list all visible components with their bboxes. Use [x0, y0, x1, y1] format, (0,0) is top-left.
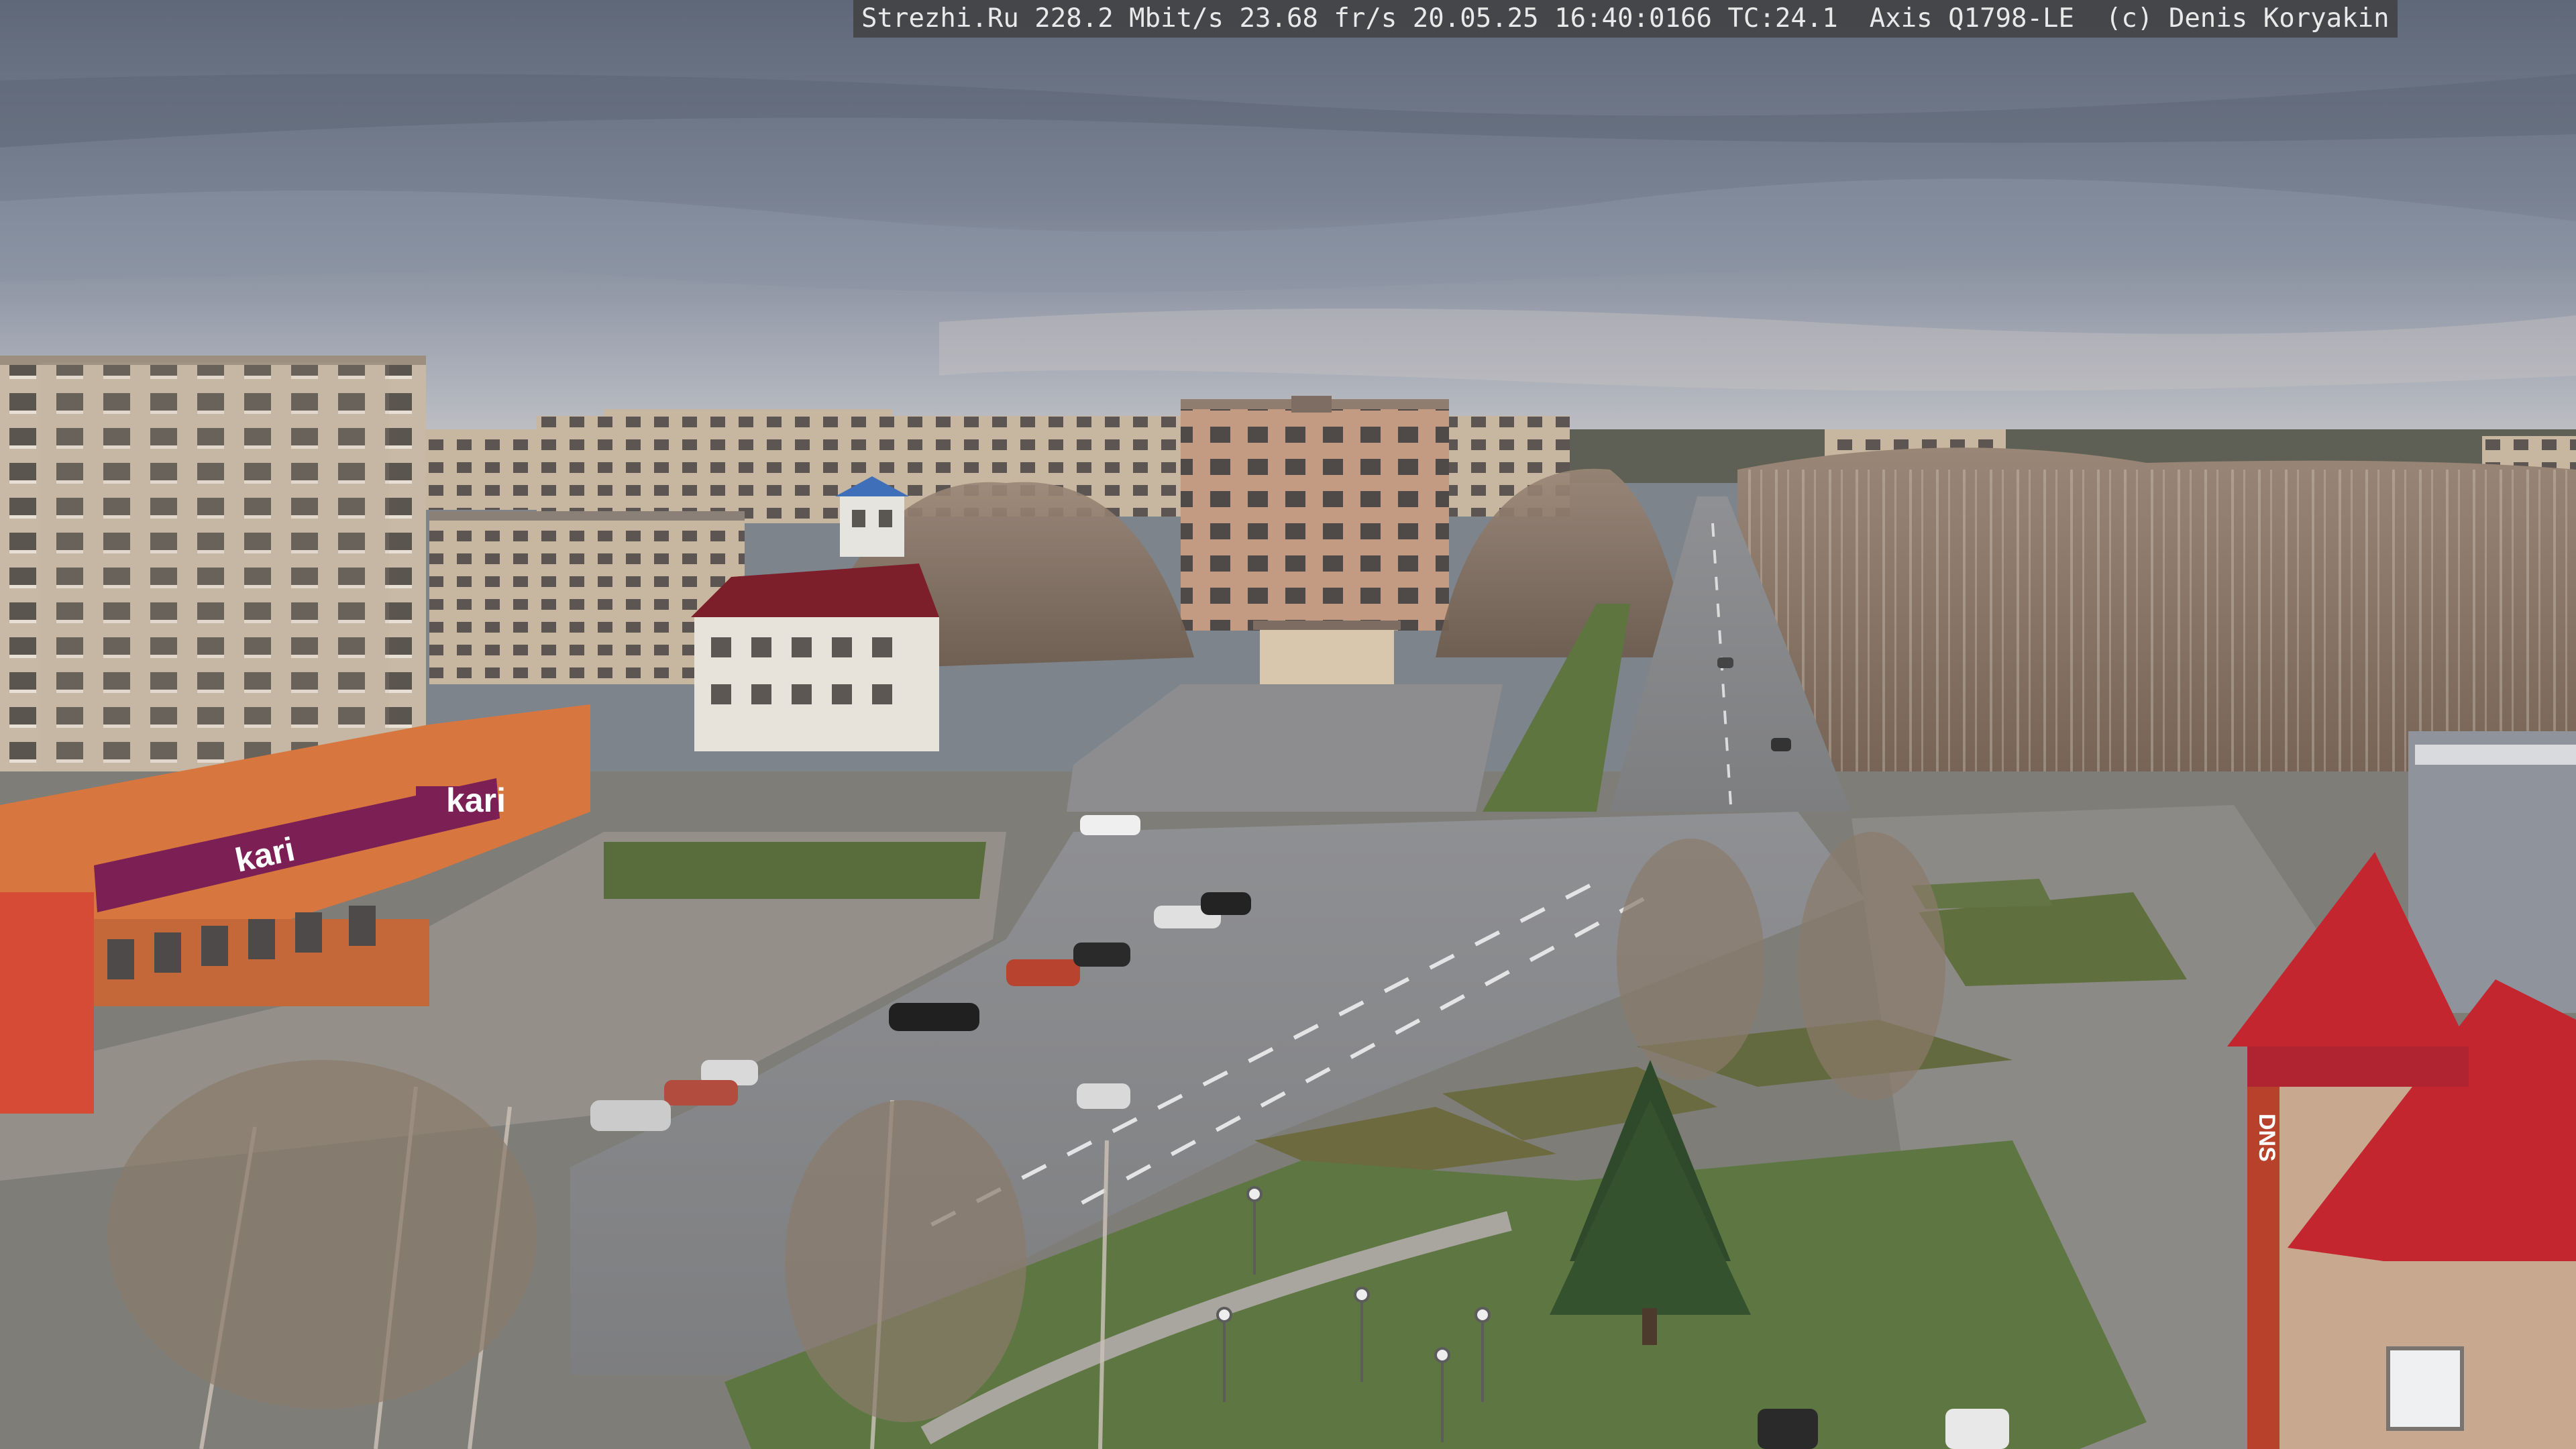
- camera-overlay-text: Strezhi.Ru 228.2 Mbit/s 23.68 fr/s 20.05…: [853, 0, 2398, 38]
- kari-roof-sign: kari: [446, 782, 506, 819]
- maroon-roof-building: [691, 564, 939, 751]
- brick-tower: [1181, 396, 1449, 631]
- left-grass: [604, 842, 986, 899]
- left-apartment-block: [0, 356, 426, 788]
- central-plaza: [1067, 684, 1503, 812]
- webcam-frame: kari kari DNS Strezhi.Ru 228.2 Mbit/s 23…: [0, 0, 2576, 1449]
- dns-sign: DNS: [2254, 1114, 2279, 1162]
- central-pavilion: [1260, 627, 1394, 688]
